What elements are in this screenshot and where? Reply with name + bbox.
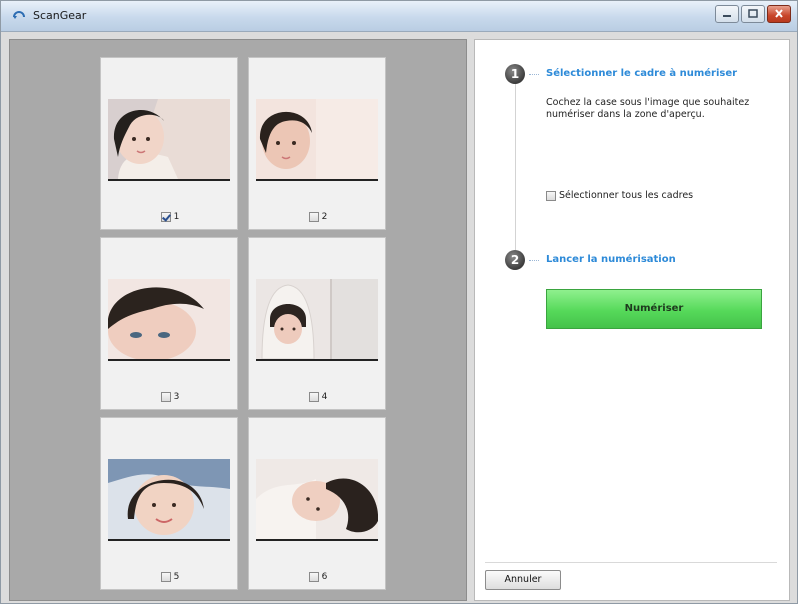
select-all-label: Sélectionner tous les cadres: [559, 190, 694, 201]
close-button[interactable]: [767, 5, 791, 23]
select-all-row[interactable]: Sélectionner tous les cadres: [546, 190, 693, 201]
frame-thumbnail-edge: [108, 539, 230, 541]
frame-thumbnail-3: [108, 279, 230, 359]
frame-checkbox-row-5[interactable]: 5: [101, 572, 239, 586]
frame-checkbox-6[interactable]: [308, 572, 319, 582]
frame-number-1: 1: [173, 212, 180, 222]
frame-thumbnail-edge: [256, 359, 378, 361]
frame-thumbnail-2: [256, 99, 378, 179]
frame-thumbnail-1: [108, 99, 230, 179]
frame-thumbnail-edge: [108, 359, 230, 361]
window-title: ScanGear: [33, 9, 87, 22]
frame-checkbox-row-2[interactable]: 2: [249, 212, 387, 226]
frame-thumbnail-5: [108, 459, 230, 539]
step-connector-line: [515, 82, 516, 250]
minimize-icon: [723, 15, 731, 17]
frame-checkbox-row-6[interactable]: 6: [249, 572, 387, 586]
scangear-icon: [13, 11, 25, 19]
step-1-description: Cochez la case sous l'image que souhaite…: [546, 97, 750, 120]
frame-thumbnail-edge: [108, 179, 230, 181]
step-1-dots: [529, 74, 539, 75]
close-icon: [775, 9, 783, 18]
maximize-button[interactable]: [741, 5, 765, 23]
frame-checkbox-row-4[interactable]: 4: [249, 392, 387, 406]
frame-1[interactable]: 1: [100, 57, 238, 230]
select-all-checkbox[interactable]: [546, 190, 556, 201]
frame-thumbnail-edge: [256, 539, 378, 541]
minimize-button[interactable]: [715, 5, 739, 23]
step-2-number: 2: [505, 250, 525, 270]
step-2-dots: [529, 260, 539, 261]
preview-area: 1 2 3 4 5 6: [9, 39, 467, 601]
frame-checkbox-row-3[interactable]: 3: [101, 392, 239, 406]
frame-checkbox-1[interactable]: [160, 212, 171, 222]
frame-number-4: 4: [321, 392, 328, 402]
title-bar[interactable]: ScanGear: [1, 1, 797, 32]
frame-checkbox-3[interactable]: [160, 392, 171, 402]
frame-number-5: 5: [173, 572, 180, 582]
frame-checkbox-5[interactable]: [160, 572, 171, 582]
scan-button[interactable]: Numériser: [546, 289, 762, 329]
cancel-button[interactable]: Annuler: [485, 570, 561, 590]
frame-number-2: 2: [321, 212, 328, 222]
step-2-title: Lancer la numérisation: [546, 254, 676, 265]
frame-4[interactable]: 4: [248, 237, 386, 410]
divider: [485, 562, 777, 563]
step-1-number: 1: [505, 64, 525, 84]
frame-checkbox-2[interactable]: [308, 212, 319, 222]
frame-thumbnail-4: [256, 279, 378, 359]
frame-number-3: 3: [173, 392, 180, 402]
frame-number-6: 6: [321, 572, 328, 582]
frame-checkbox-4[interactable]: [308, 392, 319, 402]
maximize-icon: [748, 9, 758, 18]
frame-thumbnail-6: [256, 459, 378, 539]
frame-checkbox-row-1[interactable]: 1: [101, 212, 239, 226]
step-1-title: Sélectionner le cadre à numériser: [546, 68, 738, 79]
frame-5[interactable]: 5: [100, 417, 238, 590]
frame-thumbnail-edge: [256, 179, 378, 181]
frame-6[interactable]: 6: [248, 417, 386, 590]
scangear-window: ScanGear 1 2 3 4 5 6 1 Sélectionner le c…: [0, 0, 798, 604]
instructions-panel: 1 Sélectionner le cadre à numériser Coch…: [474, 39, 790, 601]
frame-3[interactable]: 3: [100, 237, 238, 410]
frame-2[interactable]: 2: [248, 57, 386, 230]
